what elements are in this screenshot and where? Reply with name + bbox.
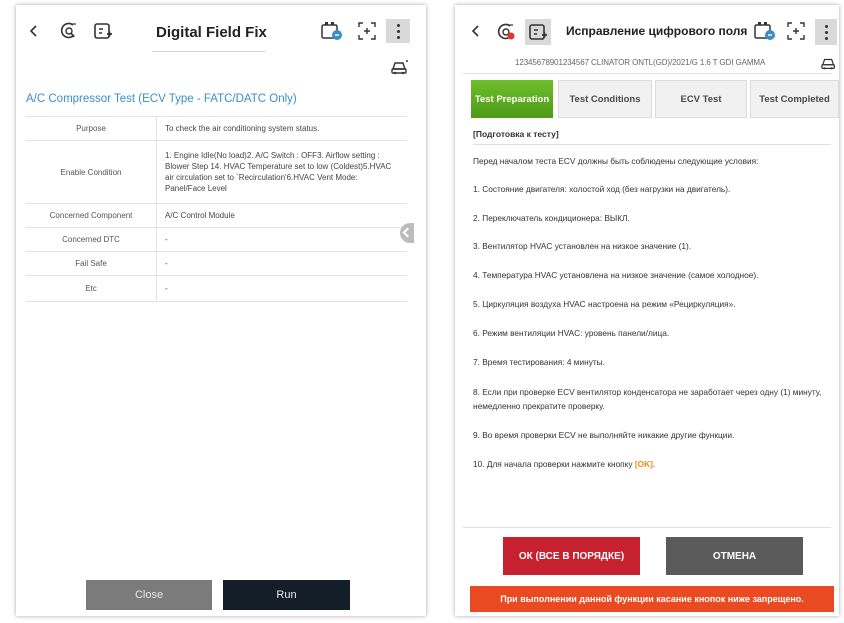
tab-ecv-test[interactable]: ECV Test (655, 80, 747, 118)
screenshot-icon[interactable] (785, 20, 807, 42)
step10-text: 10. Для начала проверки нажмите кнопку (473, 459, 633, 469)
battery-icon[interactable] (753, 20, 777, 42)
row-value: - (156, 275, 407, 302)
back-icon[interactable] (26, 23, 42, 39)
more-icon[interactable] (386, 19, 410, 43)
side-drawer-handle[interactable] (400, 223, 414, 243)
close-button[interactable]: Close (86, 580, 212, 610)
divider (463, 527, 831, 528)
list-item: 3. Вентилятор HVAC установлен на низкое … (473, 241, 692, 251)
tab-test-conditions[interactable]: Test Conditions (558, 80, 652, 118)
table-row: Enable Condition 1. Engine Idle(No load)… (26, 140, 407, 204)
test-title: A/C Compressor Test (ECV Type - FATC/DAT… (26, 93, 297, 105)
row-label: Enable Condition (26, 140, 157, 204)
row-label: Fail Safe (26, 251, 157, 276)
list-item: 9. Во время проверки ECV не выполняйте н… (473, 430, 735, 440)
vehicle-icon[interactable] (390, 58, 410, 76)
row-label: Concerned Component (26, 203, 157, 228)
test-info-table: Purpose To check the air conditioning sy… (26, 116, 407, 302)
row-value: 1. Engine Idle(No load)2. A/C Switch : O… (156, 140, 407, 204)
section-title: [Подготовка к тесту] (473, 129, 559, 139)
right-screen: Исправление цифрового поля 1234567890123… (455, 5, 839, 616)
tab-test-preparation[interactable]: Test Preparation (471, 80, 553, 118)
list-item: 1. Состояние двигателя: холостой ход (бе… (473, 184, 731, 194)
list-item: 2. Переключатель кондиционера: ВЫКЛ. (473, 213, 630, 223)
page-title: Digital Field Fix (156, 24, 267, 41)
dtc-scan-icon[interactable] (495, 21, 517, 43)
vehicle-info: 12345678901234567 CLINATOR ONTL(GD)/2021… (515, 58, 766, 67)
warning-banner: При выполнении данной функции касание кн… (470, 586, 834, 612)
table-row: Fail Safe - (26, 251, 407, 276)
list-item: 8. Если при проверке ECV вентилятор конд… (473, 387, 822, 411)
dtc-scan-icon[interactable] (58, 20, 80, 42)
ok-highlight: [OK] (634, 459, 653, 469)
row-value: - (156, 227, 407, 252)
intro-text: Перед началом теста ECV должны быть собл… (473, 156, 759, 166)
left-screen: Digital Field Fix A/C Compressor Test (E… (16, 5, 426, 616)
divider (473, 144, 831, 145)
step10-end: . (652, 459, 656, 469)
vehicle-icon[interactable] (820, 55, 838, 71)
table-row: Purpose To check the air conditioning sy… (26, 116, 407, 141)
divider (463, 73, 831, 74)
cancel-button[interactable]: ОТМЕНА (666, 537, 803, 575)
list-item: 4. Температура HVAC установлена на низко… (473, 270, 759, 280)
row-value: A/C Control Module (156, 203, 407, 228)
row-value: To check the air conditioning system sta… (156, 116, 407, 141)
table-row: Etc - (26, 275, 407, 302)
screenshot-icon[interactable] (356, 20, 378, 42)
back-icon[interactable] (469, 23, 483, 39)
list-item: 6. Режим вентиляции HVAC: уровень панели… (473, 328, 670, 338)
battery-icon[interactable] (320, 20, 344, 42)
page-title: Исправление цифрового поля (566, 24, 748, 38)
row-label: Concerned DTC (26, 227, 157, 252)
ecu-icon[interactable] (92, 20, 114, 42)
more-icon[interactable] (815, 19, 837, 45)
table-row: Concerned Component A/C Control Module (26, 203, 407, 228)
list-item: 10. Для начала проверки нажмите кнопку [… (473, 457, 828, 471)
row-label: Etc (26, 275, 157, 302)
list-item: 5. Циркуляция воздуха HVAC настроена на … (473, 299, 736, 309)
table-row: Concerned DTC - (26, 227, 407, 252)
row-value: - (156, 251, 407, 276)
ok-button[interactable]: ОК (ВСЕ В ПОРЯДКЕ) (503, 537, 640, 575)
row-label: Purpose (26, 116, 157, 141)
right-header: Исправление цифрового поля (455, 5, 839, 55)
run-button[interactable]: Run (223, 580, 350, 610)
left-header: Digital Field Fix (16, 5, 426, 55)
tab-test-completed[interactable]: Test Completed (750, 80, 839, 118)
ecu-icon[interactable] (525, 19, 551, 45)
list-item: 7. Время тестирования: 4 минуты. (473, 357, 605, 367)
title-divider (152, 51, 266, 52)
